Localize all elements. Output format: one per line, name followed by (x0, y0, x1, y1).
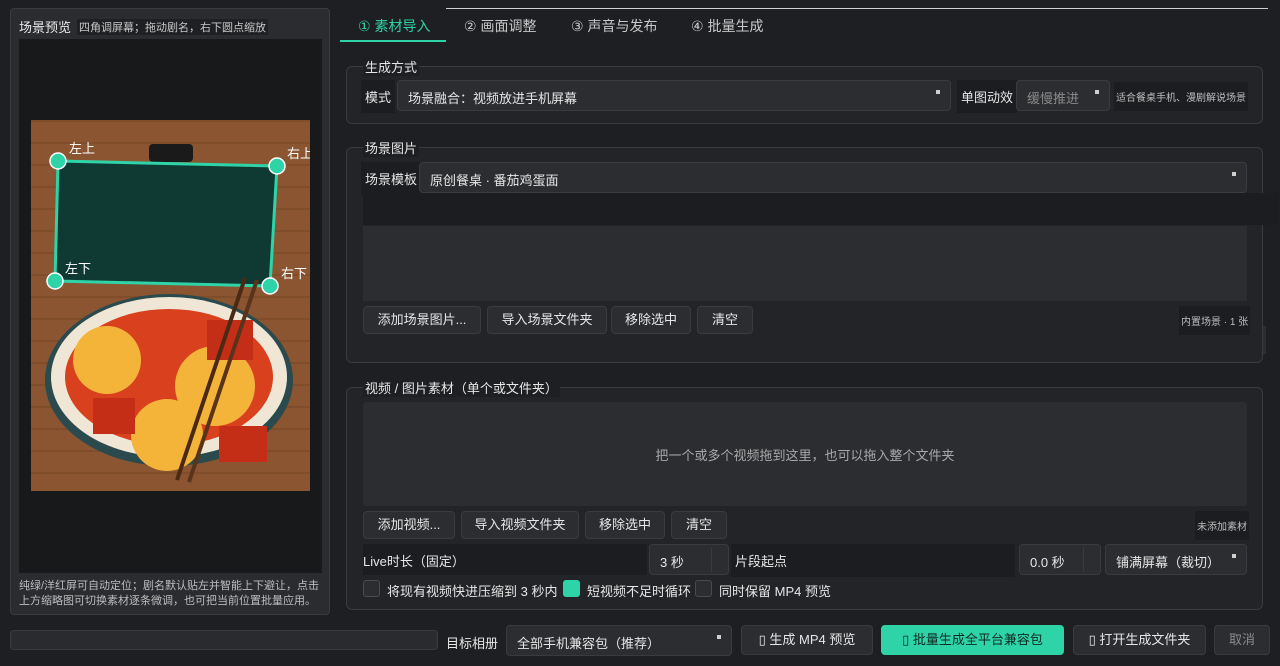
tab-active-indicator (340, 40, 446, 42)
generate-mp4-button[interactable]: ▯ 生成 MP4 预览 (741, 625, 873, 655)
material-count-status: 未添加素材 (1195, 511, 1249, 540)
progress-bar (10, 630, 438, 650)
clip-start-label: 片段起点 (731, 544, 1015, 577)
fill-mode-value: 铺满屏幕（裁切） (1116, 555, 1221, 570)
keep-mp4-checkbox-label: 同时保留 MP4 预览 (719, 584, 831, 599)
anim-label: 单图动效 (957, 80, 1018, 113)
preview-canvas[interactable]: 左上 右上 左下 右下 (19, 39, 322, 573)
material-drop-zone[interactable]: 把一个或多个视频拖到这里，也可以拖入整个文件夹 (363, 402, 1247, 506)
dropdown-arrow-icon (1232, 554, 1236, 558)
drop-zone-hint: 把一个或多个视频拖到这里，也可以拖入整个文件夹 (655, 447, 955, 463)
group-title-gen-mode: 生成方式 (363, 57, 420, 76)
anim-select[interactable]: 缓慢推进 (1016, 80, 1110, 111)
corner-label-tl: 左上 (69, 141, 95, 156)
loop-checkbox[interactable] (563, 580, 580, 597)
tab-adjust[interactable]: ② 画面调整 (464, 16, 536, 36)
corner-handle-tr[interactable] (268, 157, 286, 175)
clip-start-spinbox[interactable]: 0.0 秒 (1019, 544, 1101, 575)
egg-1 (73, 326, 141, 394)
corner-label-tr: 右上 (287, 146, 310, 161)
clear-scenes-button[interactable]: 清空 (697, 306, 753, 334)
album-label: 目标相册 (446, 636, 499, 651)
clear-materials-button[interactable]: 清空 (671, 511, 727, 539)
group-gen-mode: 生成方式 模式 场景融合：视频放进手机屏幕 单图动效 缓慢推进 适合餐桌手机、漫… (346, 57, 1263, 124)
cancel-button[interactable]: 取消 (1214, 625, 1270, 655)
template-select-value: 原创餐桌 · 番茄鸡蛋面 (430, 173, 559, 188)
remove-selected-scene-button[interactable]: 移除选中 (611, 306, 691, 334)
corner-label-br: 右下 (281, 266, 307, 281)
fill-mode-select[interactable]: 铺满屏幕（裁切） (1105, 544, 1247, 575)
phone-camera-bump (149, 144, 193, 162)
corner-handle-br[interactable] (261, 277, 279, 295)
group-title-materials: 视频 / 图片素材（单个或文件夹） (363, 378, 560, 397)
remove-selected-material-button[interactable]: 移除选中 (585, 511, 665, 539)
album-select[interactable]: 全部手机兼容包（推荐） (506, 625, 732, 656)
live-duration-spinbox[interactable]: 3 秒 (649, 544, 729, 575)
group-title-scene-images: 场景图片 (363, 138, 420, 157)
scene-thumbnail-strip[interactable] (363, 193, 1279, 225)
group-materials: 视频 / 图片素材（单个或文件夹） 把一个或多个视频拖到这里，也可以拖入整个文件… (346, 378, 1263, 610)
preview-hint: 四角调屏幕；拖动剧名，右下圆点缩放 (77, 19, 268, 35)
dropdown-arrow-icon (1095, 90, 1099, 94)
scene-image-list[interactable] (363, 226, 1247, 301)
live-duration-label: Live时长（固定） (363, 544, 647, 575)
add-scene-image-button[interactable]: 添加场景图片... (363, 306, 481, 334)
tab-sound-publish[interactable]: ③ 声音与发布 (571, 16, 657, 36)
tomato-3 (219, 426, 267, 462)
corner-label-bl: 左下 (65, 261, 91, 276)
corner-handle-tl[interactable] (49, 152, 67, 170)
anim-hint: 适合餐桌手机、漫剧解说场景 (1114, 82, 1248, 111)
import-scene-folder-button[interactable]: 导入场景文件夹 (487, 306, 607, 334)
add-video-button[interactable]: 添加视频... (363, 511, 455, 539)
live-duration-value: 3 秒 (660, 555, 684, 570)
tomato-1 (93, 398, 135, 434)
preview-title: 场景预览 (19, 20, 72, 35)
preview-panel: 场景预览 四角调屏幕；拖动剧名，右下圆点缩放 左上 右上 左下 右下 纯绿/洋红… (10, 8, 330, 615)
batch-generate-button[interactable]: ▯ 批量生成全平台兼容包 (881, 625, 1064, 655)
tab-import[interactable]: ① 素材导入 (358, 16, 430, 36)
scene-count-status: 内置场景 · 1 张 (1179, 306, 1251, 335)
group-scene-images: 场景图片 场景模板 原创餐桌 · 番茄鸡蛋面 添加场景图片... 导入场景文件夹… (346, 138, 1279, 363)
keep-mp4-checkbox[interactable] (695, 580, 712, 597)
compress-checkbox-label: 将现有视频快进压缩到 3 秒内 (387, 584, 558, 599)
compress-checkbox[interactable] (363, 580, 380, 597)
dropdown-arrow-icon (1232, 172, 1236, 176)
dropdown-arrow-icon (936, 90, 940, 94)
scene-image[interactable]: 左上 右上 左下 右下 (31, 120, 310, 491)
dropdown-arrow-icon (717, 635, 721, 639)
preview-footer-note: 纯绿/洋红屏可自动定位；剧名默认贴左并智能上下避让，点击上方缩略图可切换素材逐条… (19, 580, 320, 607)
import-video-folder-button[interactable]: 导入视频文件夹 (461, 511, 579, 539)
loop-checkbox-label: 短视频不足时循环 (587, 584, 692, 599)
corner-handle-bl[interactable] (46, 272, 64, 290)
tab-bar: ① 素材导入 ② 画面调整 ③ 声音与发布 ④ 批量生成 (340, 8, 1268, 42)
template-select[interactable]: 原创餐桌 · 番茄鸡蛋面 (419, 162, 1247, 193)
template-label: 场景模板 (361, 162, 422, 195)
album-select-value: 全部手机兼容包（推荐） (517, 636, 661, 651)
clip-start-value: 0.0 秒 (1030, 555, 1065, 570)
anim-select-value: 缓慢推进 (1027, 91, 1080, 106)
mode-label: 模式 (361, 80, 396, 113)
mode-select[interactable]: 场景融合：视频放进手机屏幕 (397, 80, 951, 111)
tab-batch[interactable]: ④ 批量生成 (691, 16, 763, 36)
mode-select-value: 场景融合：视频放进手机屏幕 (408, 91, 578, 106)
open-output-folder-button[interactable]: ▯ 打开生成文件夹 (1073, 625, 1206, 655)
